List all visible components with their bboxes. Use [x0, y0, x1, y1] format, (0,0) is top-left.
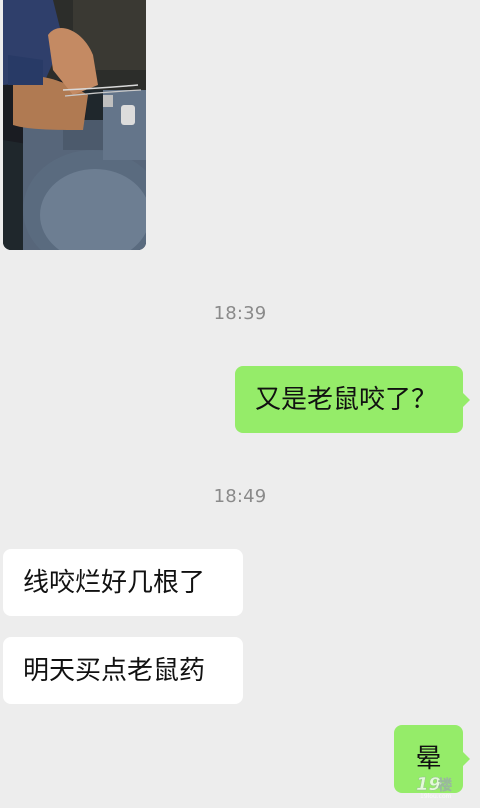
message-text: 明天买点老鼠药 [23, 655, 206, 686]
svg-text:楼: 楼 [438, 777, 452, 794]
watermark-logo: 19 楼 19lou.com [414, 770, 464, 800]
incoming-message-bubble[interactable]: 明天买点老鼠药 [3, 637, 243, 704]
message-text: 线咬烂好几根了 [23, 567, 206, 598]
timestamp: 18:39 [213, 303, 267, 324]
incoming-message-bubble[interactable]: 线咬烂好几根了 [3, 549, 243, 616]
outgoing-message-bubble[interactable]: 又是老鼠咬了？ [235, 366, 470, 433]
message-text: 又是老鼠咬了？ [255, 384, 438, 415]
timestamp: 18:49 [213, 486, 267, 507]
washing-machine-photo [3, 0, 146, 250]
chat-image[interactable] [3, 0, 146, 250]
svg-text:19lou.com: 19lou.com [420, 793, 452, 800]
